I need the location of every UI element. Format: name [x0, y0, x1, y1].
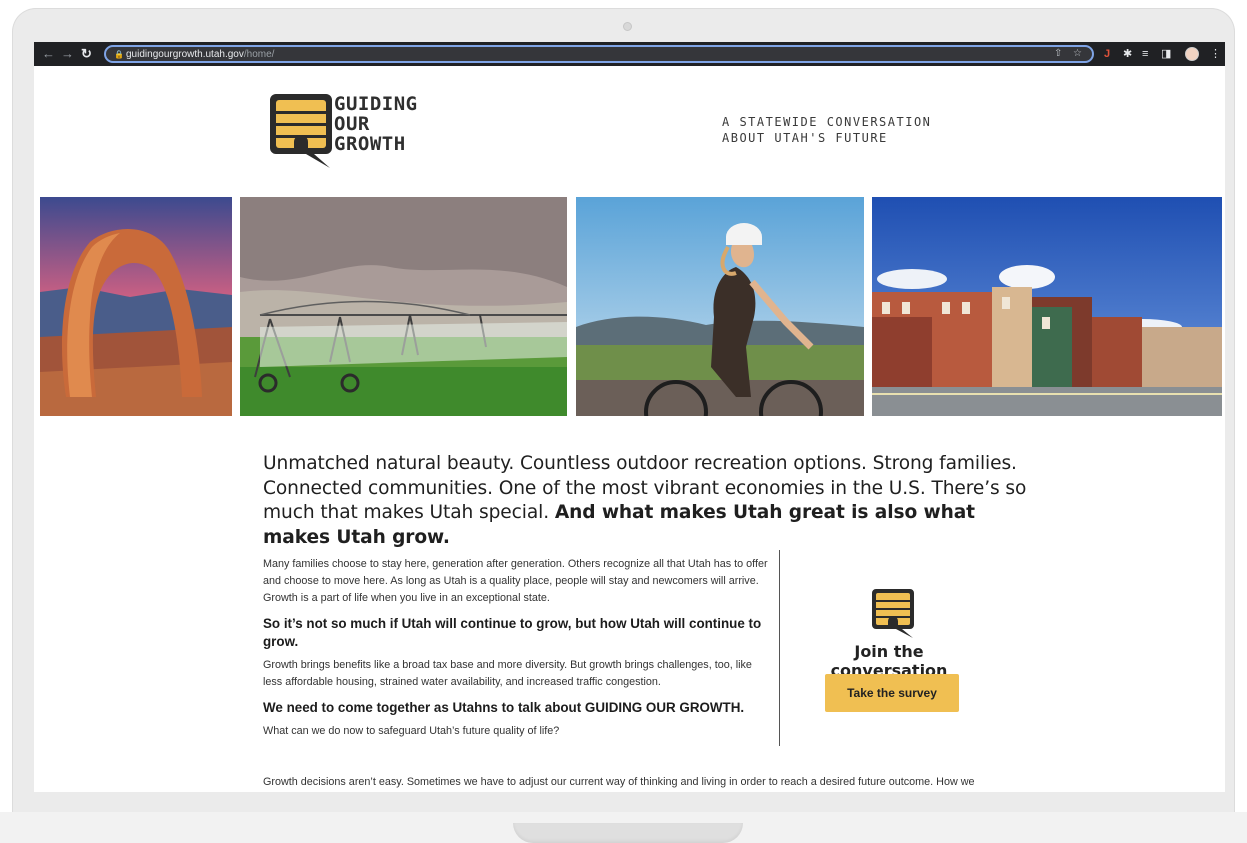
photo-cyclist	[576, 197, 864, 416]
intro-headline: Unmatched natural beauty. Countless outd…	[263, 452, 1043, 550]
logo-line: GROWTH	[334, 133, 406, 155]
body-column: Many families choose to stay here, gener…	[263, 556, 773, 740]
share-icon[interactable]: ⇧	[1054, 48, 1062, 59]
site-tagline: A STATEWIDE CONVERSATION ABOUT UTAH'S FU…	[722, 114, 962, 146]
body-paragraph: Growth brings benefits like a broad tax …	[263, 659, 752, 688]
reload-icon[interactable]: ↻	[81, 46, 92, 62]
body-paragraph-continued: Growth decisions aren’t easy. Sometimes …	[263, 776, 975, 788]
back-icon[interactable]: ←	[42, 46, 55, 62]
side-panel-icon[interactable]: ◨	[1161, 47, 1171, 61]
webcam	[623, 22, 632, 31]
photo-center-pivot-irrigation	[240, 197, 567, 416]
body-paragraph: Many families choose to stay here, gener…	[263, 558, 768, 604]
body-highlight: So it’s not so much if Utah will continu…	[263, 616, 762, 649]
tagline-line: ABOUT UTAH'S FUTURE	[722, 131, 888, 145]
forward-icon[interactable]: →	[61, 46, 74, 62]
url-text[interactable]: guidingourgrowth.utah.gov/home/	[126, 48, 274, 61]
lock-icon[interactable]: 🔒	[114, 50, 124, 59]
address-bar[interactable]: 🔒 guidingourgrowth.utah.gov/home/ ⇧ ☆	[104, 45, 1094, 63]
chat-logo-icon	[872, 589, 914, 638]
body-highlight: We need to come together as Utahns to ta…	[263, 700, 745, 715]
extensions-puzzle-icon[interactable]: ✱	[1123, 47, 1132, 61]
laptop-notch	[513, 823, 743, 843]
logo-icon[interactable]	[268, 90, 334, 170]
logo-line: GUIDING	[334, 93, 418, 115]
extension-j-icon[interactable]: J	[1104, 47, 1110, 61]
reading-list-icon[interactable]: ≡	[1142, 47, 1148, 61]
photo-delicate-arch	[40, 197, 232, 416]
tagline-line: A STATEWIDE CONVERSATION	[722, 115, 932, 129]
logo-wordmark[interactable]: GUIDING OUR GROWTH	[334, 94, 454, 154]
profile-avatar[interactable]	[1185, 47, 1199, 61]
browser-toolbar: ← → ↻ 🔒 guidingourgrowth.utah.gov/home/ …	[34, 42, 1225, 66]
menu-kebab-icon[interactable]: ⋮	[1210, 47, 1221, 61]
body-paragraph: What can we do now to safeguard Utah’s f…	[263, 725, 560, 737]
screen: ← → ↻ 🔒 guidingourgrowth.utah.gov/home/ …	[34, 42, 1225, 792]
column-divider	[779, 550, 780, 746]
logo-line: OUR	[334, 113, 370, 135]
take-survey-button[interactable]: Take the survey	[825, 674, 959, 712]
photo-main-street	[872, 197, 1222, 416]
star-icon[interactable]: ☆	[1073, 48, 1082, 59]
